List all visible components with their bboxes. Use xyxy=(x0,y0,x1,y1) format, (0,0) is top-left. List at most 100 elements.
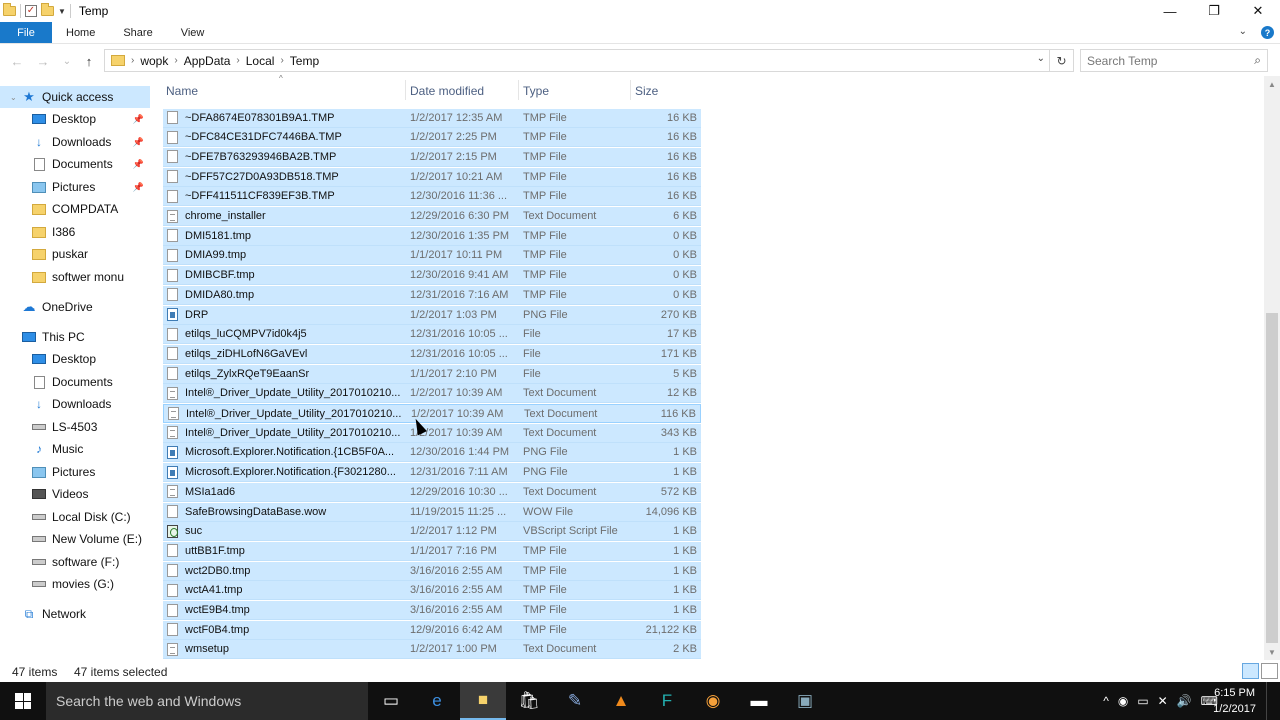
file-name-cell[interactable]: suc xyxy=(167,524,403,538)
nav-pc-movies-g[interactable]: movies (G:) xyxy=(32,573,150,595)
app-icon[interactable]: ◉ xyxy=(690,682,736,720)
nav-pc-videos[interactable]: Videos xyxy=(32,483,150,505)
clock[interactable]: 6:15 PM 1/2/2017 xyxy=(1213,685,1256,717)
vlc-icon[interactable]: ▲ xyxy=(598,682,644,720)
maximize-button[interactable]: ❐ xyxy=(1192,0,1236,22)
file-row[interactable]: ~DFE7B763293946BA2B.TMP 1/2/2017 2:15 PM T… xyxy=(163,147,701,167)
customize-toolbar-icon[interactable]: ▼ xyxy=(58,7,66,16)
search-input[interactable]: Search Temp ⌕ xyxy=(1080,49,1268,72)
task-view-icon[interactable]: ▭ xyxy=(368,682,414,720)
help-icon[interactable]: ? xyxy=(1261,26,1274,39)
file-row[interactable]: ~DFC84CE31DFC7446BA.TMP 1/2/2017 2:25 PM T… xyxy=(163,128,701,148)
nav-pc-software-f[interactable]: software (F:) xyxy=(32,551,150,573)
back-button[interactable]: ← xyxy=(6,54,28,69)
file-name-cell[interactable]: wctA41.tmp xyxy=(167,583,403,597)
column-date-modified[interactable]: Date modified xyxy=(410,84,484,98)
breadcrumb-local[interactable]: Local xyxy=(246,54,275,68)
details-view-button[interactable] xyxy=(1242,663,1259,679)
nav-qa-compdata[interactable]: COMPDATA xyxy=(32,198,150,220)
file-name-cell[interactable]: Intel®_Driver_Update_Utility_2017010210.… xyxy=(167,386,403,400)
show-hidden-icons-icon[interactable]: ^ xyxy=(1103,694,1109,708)
nav-qa-desktop[interactable]: Desktop 📌 xyxy=(32,108,150,130)
nav-pc-desktop[interactable]: Desktop xyxy=(32,348,150,370)
file-name-cell[interactable]: Intel®_Driver_Update_Utility_2017010210.… xyxy=(168,407,404,420)
nav-pc-new-volume-e[interactable]: New Volume (E:) xyxy=(32,528,150,550)
address-bar[interactable]: › wopk › AppData › Local › Temp ⌄ ↻ xyxy=(104,49,1074,72)
large-icons-view-button[interactable] xyxy=(1261,663,1278,679)
file-name-cell[interactable]: etilqs_ZylxRQeT9EaanSr xyxy=(167,367,403,381)
breadcrumb-separator[interactable]: › xyxy=(131,55,134,66)
file-name-cell[interactable]: wctF0B4.tmp xyxy=(167,623,403,637)
file-name-cell[interactable]: wct2DB0.tmp xyxy=(167,564,403,578)
file-row[interactable]: wct2DB0.tmp 3/16/2016 2:55 AM TMP File 1 KB xyxy=(163,561,701,581)
file-row[interactable]: ~DFA8674E078301B9A1.TMP 1/2/2017 12:35 AM… xyxy=(163,108,701,128)
file-row[interactable]: Intel®_Driver_Update_Utility_2017010210.… xyxy=(163,384,701,404)
terminal-icon[interactable]: ▬ xyxy=(736,682,782,720)
recent-locations-button[interactable]: ⌄ xyxy=(56,56,78,67)
file-row[interactable]: wctF0B4.tmp 12/9/2016 6:42 AM TMP File 21,1… xyxy=(163,620,701,640)
breadcrumb-temp[interactable]: Temp xyxy=(290,54,319,68)
breadcrumb-separator[interactable]: › xyxy=(280,55,283,66)
file-name-cell[interactable]: ~DFC84CE31DFC7446BA.TMP xyxy=(167,130,403,144)
nav-pc-ls4503[interactable]: LS-4503 xyxy=(32,416,150,438)
tab-home[interactable]: Home xyxy=(52,22,109,43)
forward-button[interactable]: → xyxy=(32,54,54,69)
file-row[interactable]: wctE9B4.tmp 3/16/2016 2:55 AM TMP File 1 KB xyxy=(163,601,701,620)
file-name-cell[interactable]: Intel®_Driver_Update_Utility_2017010210.… xyxy=(167,426,403,440)
network-icon[interactable]: ✕ xyxy=(1158,694,1168,708)
nav-network[interactable]: ⧉ Network xyxy=(22,603,150,625)
file-row[interactable]: etilqs_ziDHLofN6GaVEvl 12/31/2016 10:05 .… xyxy=(163,344,701,364)
tab-share[interactable]: Share xyxy=(109,22,166,43)
breadcrumb-separator[interactable]: › xyxy=(174,55,177,66)
file-row[interactable]: Microsoft.Explorer.Notification.{1CB5F0A… xyxy=(163,443,701,463)
column-size[interactable]: Size xyxy=(635,84,658,98)
properties-icon[interactable]: ✓ xyxy=(25,5,37,17)
file-name-cell[interactable]: wmsetup xyxy=(167,642,403,656)
pin-icon[interactable]: 📌 xyxy=(133,137,144,148)
file-name-cell[interactable]: wctE9B4.tmp xyxy=(167,603,403,617)
file-row[interactable]: DRP 1/2/2017 1:03 PM PNG File 270 KB xyxy=(163,305,701,325)
file-row[interactable]: Microsoft.Explorer.Notification.{F302128… xyxy=(163,463,701,483)
file-name-cell[interactable]: ~DFE7B763293946BA2B.TMP xyxy=(167,150,403,164)
display-icon[interactable]: ▣ xyxy=(782,682,828,720)
column-divider[interactable] xyxy=(518,80,519,100)
file-name-cell[interactable]: DRP xyxy=(167,308,403,321)
close-button[interactable]: ✕ xyxy=(1236,0,1280,22)
file-name-cell[interactable]: ~DFA8674E078301B9A1.TMP xyxy=(167,111,403,124)
file-row[interactable]: ~DFF57C27D0A93DB518.TMP 1/2/2017 10:21 AM… xyxy=(163,167,701,187)
file-explorer-icon[interactable]: ■ xyxy=(460,682,506,720)
chevron-down-icon[interactable]: ⌄ xyxy=(10,93,17,102)
file-name-cell[interactable]: Microsoft.Explorer.Notification.{1CB5F0A… xyxy=(167,445,403,459)
file-row[interactable]: ~DFF411511CF839EF3B.TMP 12/30/2016 11:36 … xyxy=(163,187,701,207)
nav-qa-pictures[interactable]: Pictures 📌 xyxy=(32,176,150,198)
breadcrumb-appdata[interactable]: AppData xyxy=(184,54,231,68)
file-name-cell[interactable]: DMIDA80.tmp xyxy=(167,288,403,302)
nav-pc-documents[interactable]: Documents xyxy=(32,371,150,393)
scrollbar-thumb[interactable] xyxy=(1266,313,1278,643)
file-row[interactable]: DMIBCBF.tmp 12/30/2016 9:41 AM TMP File 0 K… xyxy=(163,266,701,286)
file-name-cell[interactable]: uttBB1F.tmp xyxy=(167,544,403,558)
paint-icon[interactable]: ✎ xyxy=(552,682,598,720)
file-row[interactable]: Intel®_Driver_Update_Utility_2017010210.… xyxy=(163,404,701,423)
file-name-cell[interactable]: etilqs_ziDHLofN6GaVEvl xyxy=(167,347,403,361)
record-icon[interactable]: ◉ xyxy=(1118,694,1128,708)
file-name-cell[interactable]: DMIA99.tmp xyxy=(167,248,403,262)
nav-qa-softwer-monu[interactable]: softwer monu xyxy=(32,266,150,288)
scroll-up-icon[interactable]: ▲ xyxy=(1264,76,1280,92)
nav-onedrive[interactable]: ☁ OneDrive xyxy=(22,296,150,318)
nav-this-pc[interactable]: This PC xyxy=(22,326,150,348)
power-icon[interactable]: ▭ xyxy=(1137,694,1148,708)
file-row[interactable]: wctA41.tmp 3/16/2016 2:55 AM TMP File 1 KB xyxy=(163,581,701,601)
file-row[interactable]: suc 1/2/2017 1:12 PM VBScript Script File 1… xyxy=(163,522,701,542)
file-row[interactable]: chrome_installer 12/29/2016 6:30 PM Text D… xyxy=(163,207,701,226)
store-icon[interactable]: 🛍 xyxy=(506,682,552,720)
nav-pc-downloads[interactable]: ↓ Downloads xyxy=(32,393,150,415)
edge-icon[interactable]: e xyxy=(414,682,460,720)
file-name-cell[interactable]: DMI5181.tmp xyxy=(167,229,403,243)
vertical-scrollbar[interactable]: ▲ ▼ xyxy=(1264,76,1280,660)
nav-pc-music[interactable]: ♪ Music xyxy=(32,438,150,460)
column-divider[interactable] xyxy=(405,80,406,100)
show-desktop-button[interactable] xyxy=(1266,682,1280,720)
file-name-cell[interactable]: SafeBrowsingDataBase.wow xyxy=(167,505,403,518)
nav-qa-i386[interactable]: I386 xyxy=(32,221,150,243)
